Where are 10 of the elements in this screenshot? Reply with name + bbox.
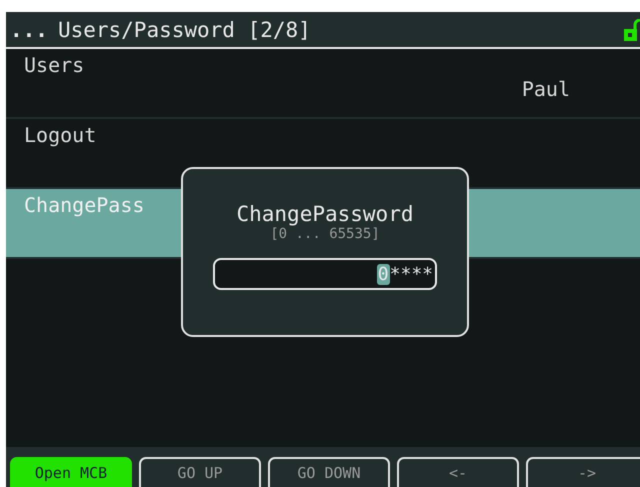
ellipsis-text: ... [9,18,49,42]
cursor-digit: 0 [376,264,390,284]
item-label: Logout [24,123,96,147]
dialog-title: ChangePassword [236,202,414,226]
window-title: Users/Password [2/8] [58,18,312,42]
item-label: ChangePass [24,193,144,217]
masked-digits: **** [390,264,433,284]
item-value: Paul [522,77,570,101]
item-label: Users [24,53,84,77]
range-text: [0 ... 65535] [270,226,380,242]
